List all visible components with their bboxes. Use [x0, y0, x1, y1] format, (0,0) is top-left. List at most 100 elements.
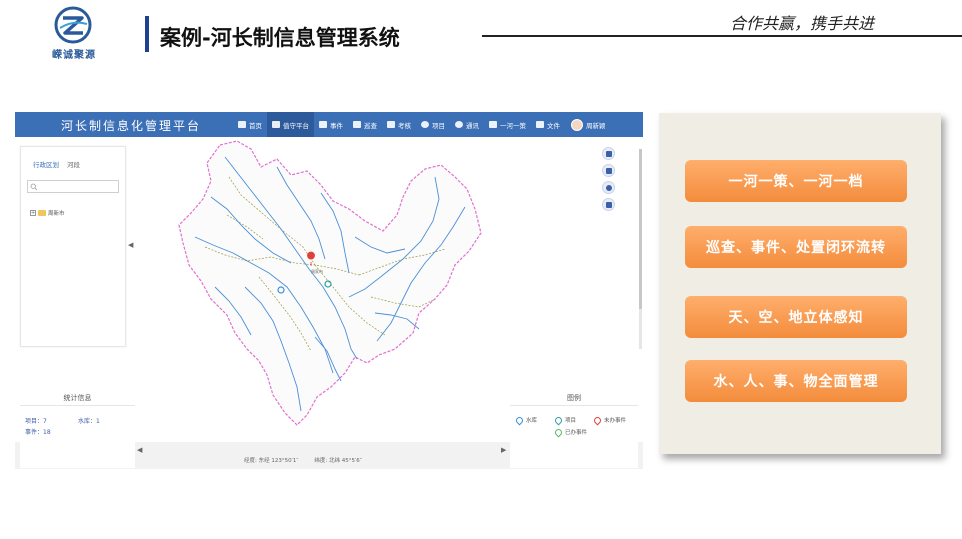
app-topbar: 河长制信息化管理平台 首页 值守平台 事件 巡查 考核 项目 通讯 一河一策 文… — [15, 112, 643, 137]
search-icon — [30, 183, 38, 191]
user-name: 周新颖 — [586, 121, 606, 130]
legend-item-pending-event: 未办事件 — [592, 415, 627, 425]
region-tabs: 行政区划 河段 — [33, 159, 80, 169]
swap-icon — [605, 201, 612, 208]
nav-projects[interactable]: 项目 — [416, 112, 450, 137]
longitude-readout: 经度: 东经 123°50′1″ — [244, 458, 299, 464]
image-icon — [536, 121, 544, 128]
layers-icon — [605, 150, 612, 157]
swap-tool[interactable] — [602, 198, 615, 211]
nav-duty-platform[interactable]: 值守平台 — [267, 112, 314, 137]
title-accent-bar — [145, 16, 149, 52]
avatar — [571, 118, 583, 131]
map-toolbar — [602, 147, 615, 211]
bar-chart-icon — [272, 121, 280, 128]
slogan-underline — [482, 35, 962, 37]
feature-one-river-one-policy[interactable]: 一河一策、一河一档 — [685, 160, 907, 202]
map-scrollbar[interactable] — [639, 149, 642, 349]
feature-sky-air-ground-sensing[interactable]: 天、空、地立体感知 — [685, 296, 907, 338]
tab-administrative-division[interactable]: 行政区划 — [33, 159, 59, 169]
app-nav: 首页 值守平台 事件 巡查 考核 项目 通讯 一河一策 文件 周新颖 — [233, 112, 606, 137]
list-icon — [605, 167, 612, 174]
nav-communication[interactable]: 通讯 — [450, 112, 484, 137]
tab-river-segments[interactable]: 河段 — [67, 159, 80, 169]
latitude-readout: 纬度: 北纬 45°5′6″ — [314, 458, 362, 464]
legend-item-project: 项目 — [553, 415, 577, 425]
edit-icon — [353, 121, 361, 128]
tree-root-label: 周新市 — [48, 211, 65, 217]
map-city-label: 周家市 — [311, 268, 323, 274]
nav-label: 首页 — [249, 121, 262, 130]
legend-label: 项目 — [565, 418, 577, 424]
app-title: 河长制信息化管理平台 — [61, 119, 202, 133]
expand-icon[interactable]: + — [30, 210, 36, 216]
home-icon — [238, 121, 246, 128]
stats-panel: 统计信息 项目：7 水库：1 事件：18 — [20, 390, 135, 468]
nav-river-policy[interactable]: 一河一策 — [484, 112, 531, 137]
stats-projects: 项目：7 — [25, 416, 47, 425]
folder-icon — [38, 210, 46, 216]
stats-events: 事件：18 — [25, 427, 51, 436]
stats-value: 18 — [43, 429, 51, 436]
user-menu[interactable]: 周新颖 — [565, 112, 606, 137]
legend-item-reservoir: 水库 — [514, 415, 538, 425]
feature-full-management[interactable]: 水、人、事、物全面管理 — [685, 360, 907, 402]
contrast-tool[interactable] — [602, 181, 615, 194]
nav-label: 文件 — [547, 121, 560, 130]
region-panel: 行政区划 河段 + 周新市 — [20, 146, 126, 347]
stats-label: 水库： — [78, 418, 97, 425]
stats-label: 项目： — [25, 418, 44, 425]
document-icon — [489, 121, 497, 128]
logo-mark-icon — [54, 6, 92, 44]
nav-label: 通讯 — [466, 121, 479, 130]
slogan: 合作共赢，携手共进 — [730, 14, 875, 33]
list-tool[interactable] — [602, 164, 615, 177]
brand-name: 嵘诚聚源 — [52, 50, 96, 61]
feature-card: 一河一策、一河一档 巡查、事件、处置闭环流转 天、空、地立体感知 水、人、事、物… — [659, 113, 941, 454]
legend-label: 未办事件 — [604, 418, 627, 424]
region-outline — [178, 140, 482, 426]
nav-label: 巡查 — [364, 121, 377, 130]
legend-panel: 图例 水库 项目 未办事件 已办事件 — [510, 390, 638, 468]
legend-title: 图例 — [510, 390, 638, 406]
scrollbar-thumb[interactable] — [639, 149, 642, 309]
brand-logo: 嵘诚聚源 — [46, 6, 102, 61]
stats-label: 事件： — [25, 429, 44, 436]
done-event-pin-icon — [553, 427, 564, 437]
collapse-panel-arrow-icon[interactable]: ◀ — [128, 241, 133, 249]
region-tree-root[interactable]: + 周新市 — [30, 209, 65, 217]
feature-patrol-event-loop[interactable]: 巡查、事件、处置闭环流转 — [685, 226, 907, 268]
slide-title: 案例-河长制信息管理系统 — [160, 26, 400, 50]
stats-value: 7 — [43, 418, 47, 425]
layers-tool[interactable] — [602, 147, 615, 160]
reservoir-pin-icon — [514, 415, 525, 425]
nav-files[interactable]: 文件 — [531, 112, 565, 137]
info-icon — [421, 121, 429, 128]
legend-label: 已办事件 — [565, 430, 588, 436]
pending-event-pin-icon — [592, 415, 603, 425]
nav-label: 项目 — [432, 121, 445, 130]
nav-home[interactable]: 首页 — [233, 112, 267, 137]
nav-events[interactable]: 事件 — [314, 112, 348, 137]
nav-patrol[interactable]: 巡查 — [348, 112, 382, 137]
app-window: 河长制信息化管理平台 首页 值守平台 事件 巡查 考核 项目 通讯 一河一策 文… — [15, 112, 643, 469]
chat-icon — [455, 121, 463, 128]
coordinate-readout: 经度: 东经 123°50′1″ 纬度: 北纬 45°5′6″ — [244, 456, 362, 464]
legend-label: 水库 — [526, 418, 538, 424]
legend-item-done-event: 已办事件 — [553, 427, 588, 437]
project-pin-icon — [553, 415, 564, 425]
network-icon — [319, 121, 327, 128]
nav-label: 事件 — [330, 121, 343, 130]
stats-title: 统计信息 — [20, 390, 135, 406]
nav-label: 考核 — [398, 121, 411, 130]
contrast-icon — [605, 184, 612, 191]
nav-label: 一河一策 — [500, 121, 526, 130]
left-arrow-icon[interactable]: ◀ — [137, 446, 142, 454]
app-body: 周家市 行政区划 河段 + 周新市 ◀ 统计信息 项目：7 水库：1 事件：18… — [15, 137, 643, 468]
region-search-input[interactable] — [27, 180, 119, 193]
people-icon — [387, 121, 395, 128]
right-arrow-icon[interactable]: ▶ — [501, 446, 506, 454]
stats-reservoirs: 水库：1 — [78, 416, 100, 425]
stats-value: 1 — [96, 418, 100, 425]
nav-assessment[interactable]: 考核 — [382, 112, 416, 137]
